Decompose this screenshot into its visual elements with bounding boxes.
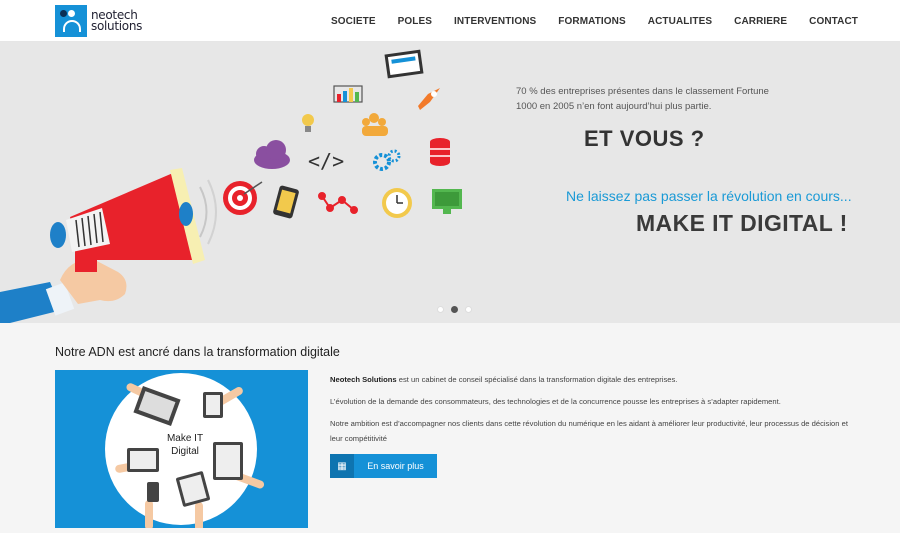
hero-stat-line-1: 70 % des entreprises présentes dans le c… (516, 86, 769, 97)
hero-illustration: </> (0, 49, 462, 323)
tablet-icon (203, 392, 223, 418)
nav-carriere[interactable]: CARRIERE (734, 16, 787, 27)
neotech-logo[interactable]: neotech solutions (55, 5, 165, 37)
learn-more-label: En savoir plus (367, 461, 424, 471)
section-title: Notre ADN est ancré dans la transformati… (55, 345, 340, 359)
monitor-icon (432, 189, 462, 214)
about-section: Notre ADN est ancré dans la transformati… (0, 323, 900, 533)
slider-dot-2[interactable] (451, 306, 458, 313)
nav-formations[interactable]: FORMATIONS (558, 16, 625, 27)
illustration-label-line-2: Digital (171, 446, 199, 457)
phone-icon (147, 482, 159, 502)
nav-poles[interactable]: POLES (398, 16, 432, 27)
nav-societe[interactable]: SOCIETE (331, 16, 376, 27)
network-graph-icon (318, 192, 358, 214)
clock-icon (382, 188, 412, 218)
slider-dot-3[interactable] (465, 306, 472, 313)
about-paragraph-1-text: est un cabinet de conseil spécialisé dan… (396, 375, 678, 384)
hero-headline: ET VOUS ? (584, 126, 705, 151)
make-it-digital-illustration: Make IT Digital (55, 370, 308, 528)
hero-stat-line-2: 1000 en 2005 n’en font aujourd’hui plus … (516, 101, 712, 112)
logo-line-2: solutions (91, 19, 143, 33)
smartphone-icon (273, 185, 299, 219)
slider-dot-1[interactable] (437, 306, 444, 313)
code-icon: </> (308, 149, 344, 173)
about-paragraph-2: L’évolution de la demande des consommate… (330, 397, 781, 406)
target-icon (223, 181, 263, 215)
hero-stat-text: 70 % des entreprises présentes dans le c… (516, 84, 816, 114)
hero-slider: </> 70 % des entreprises présentes dans … (0, 42, 900, 323)
main-nav: SOCIETE POLES INTERVENTIONS FORMATIONS A… (309, 0, 858, 42)
learn-more-button[interactable]: ▦ En savoir plus (330, 454, 437, 478)
illustration-label: Make IT Digital (165, 432, 205, 458)
company-name: Neotech Solutions (330, 375, 397, 384)
megaphone-bell-shape (179, 202, 193, 226)
hero-subline: Ne laissez pas passer la révolution en c… (566, 188, 852, 204)
illustration-label-line-1: Make IT (166, 433, 204, 444)
puzzle-icon: ▦ (330, 454, 354, 478)
hero-tagline: MAKE IT DIGITAL ! (636, 210, 848, 236)
about-paragraph-1: Neotech Solutions est un cabinet de cons… (330, 372, 850, 387)
team-icon (362, 113, 388, 136)
sound-wave-shape (199, 186, 208, 238)
bar-chart-icon (333, 85, 363, 103)
about-description: Neotech Solutions est un cabinet de cons… (330, 372, 850, 453)
database-icon (430, 138, 450, 166)
megaphone-back-cap-shape (50, 222, 66, 248)
site-header: neotech solutions SOCIETE POLES INTERVEN… (0, 0, 900, 42)
tablet-icon (213, 442, 243, 480)
settings-gears-icon (373, 149, 401, 171)
rocket-icon (418, 88, 440, 110)
tablet-icon (176, 471, 210, 507)
logo-wordmark: neotech solutions (91, 9, 143, 33)
dashboard-screen-icon (384, 49, 424, 79)
tablet-icon (127, 448, 159, 472)
nav-interventions[interactable]: INTERVENTIONS (454, 16, 536, 27)
nav-actualites[interactable]: ACTUALITES (648, 16, 712, 27)
lightbulb-icon (302, 114, 314, 132)
slider-pagination (437, 306, 479, 313)
about-paragraph-3: Notre ambition est d’accompagner nos cli… (330, 419, 848, 443)
nav-contact[interactable]: CONTACT (809, 16, 858, 27)
logo-mark-icon (55, 5, 87, 37)
cloud-icon (254, 140, 290, 169)
sound-wave-shape (207, 179, 217, 245)
